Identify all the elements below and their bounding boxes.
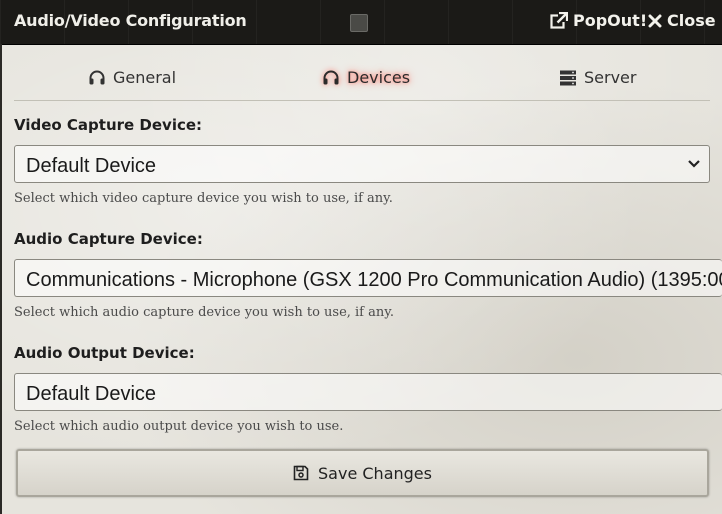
audio-output-hint: Select which audio output device you wis… — [14, 419, 344, 434]
tab-general-label: General — [113, 68, 177, 87]
headset-icon — [89, 70, 105, 84]
titlebar-handle-icon — [350, 14, 368, 32]
save-changes-label: Save Changes — [318, 463, 432, 483]
audio-output-select[interactable]: Default Device — [14, 373, 722, 411]
close-icon — [648, 14, 662, 27]
tab-devices-label: Devices — [347, 68, 411, 87]
tab-server-label: Server — [584, 68, 637, 87]
save-icon — [293, 465, 309, 481]
external-link-icon — [550, 11, 568, 29]
chevron-down-icon — [688, 160, 700, 168]
video-capture-hint: Select which video capture device you wi… — [14, 191, 393, 206]
tab-server[interactable]: Server — [559, 68, 636, 87]
tab-general[interactable]: General — [88, 68, 176, 87]
tab-devices[interactable]: Devices — [322, 68, 410, 87]
audio-capture-label: Audio Capture Device: — [14, 230, 203, 248]
popout-button[interactable]: PopOut! — [550, 11, 647, 30]
tab-bar: General Devices Server — [14, 56, 710, 101]
video-capture-select[interactable]: Default Device — [14, 145, 710, 183]
close-button[interactable]: Close — [648, 11, 716, 30]
audio-capture-hint: Select which audio capture device you wi… — [14, 305, 395, 320]
save-changes-button[interactable]: Save Changes — [16, 449, 709, 497]
av-config-window: Audio/Video Configuration PopOut! Close — [0, 0, 722, 514]
close-label: Close — [667, 11, 716, 30]
audio-capture-value: Communications - Microphone (GSX 1200 Pr… — [26, 269, 722, 291]
headset-icon — [323, 70, 339, 84]
video-capture-label: Video Capture Device: — [14, 116, 203, 134]
audio-capture-select[interactable]: Communications - Microphone (GSX 1200 Pr… — [14, 259, 722, 297]
popout-label: PopOut! — [573, 11, 648, 30]
window-title: Audio/Video Configuration — [14, 11, 247, 30]
server-icon — [560, 70, 576, 85]
audio-output-label: Audio Output Device: — [14, 344, 195, 362]
window-titlebar[interactable]: Audio/Video Configuration PopOut! Close — [0, 0, 722, 44]
audio-output-value: Default Device — [26, 383, 157, 405]
window-border — [0, 44, 2, 514]
video-capture-value: Default Device — [26, 155, 157, 177]
